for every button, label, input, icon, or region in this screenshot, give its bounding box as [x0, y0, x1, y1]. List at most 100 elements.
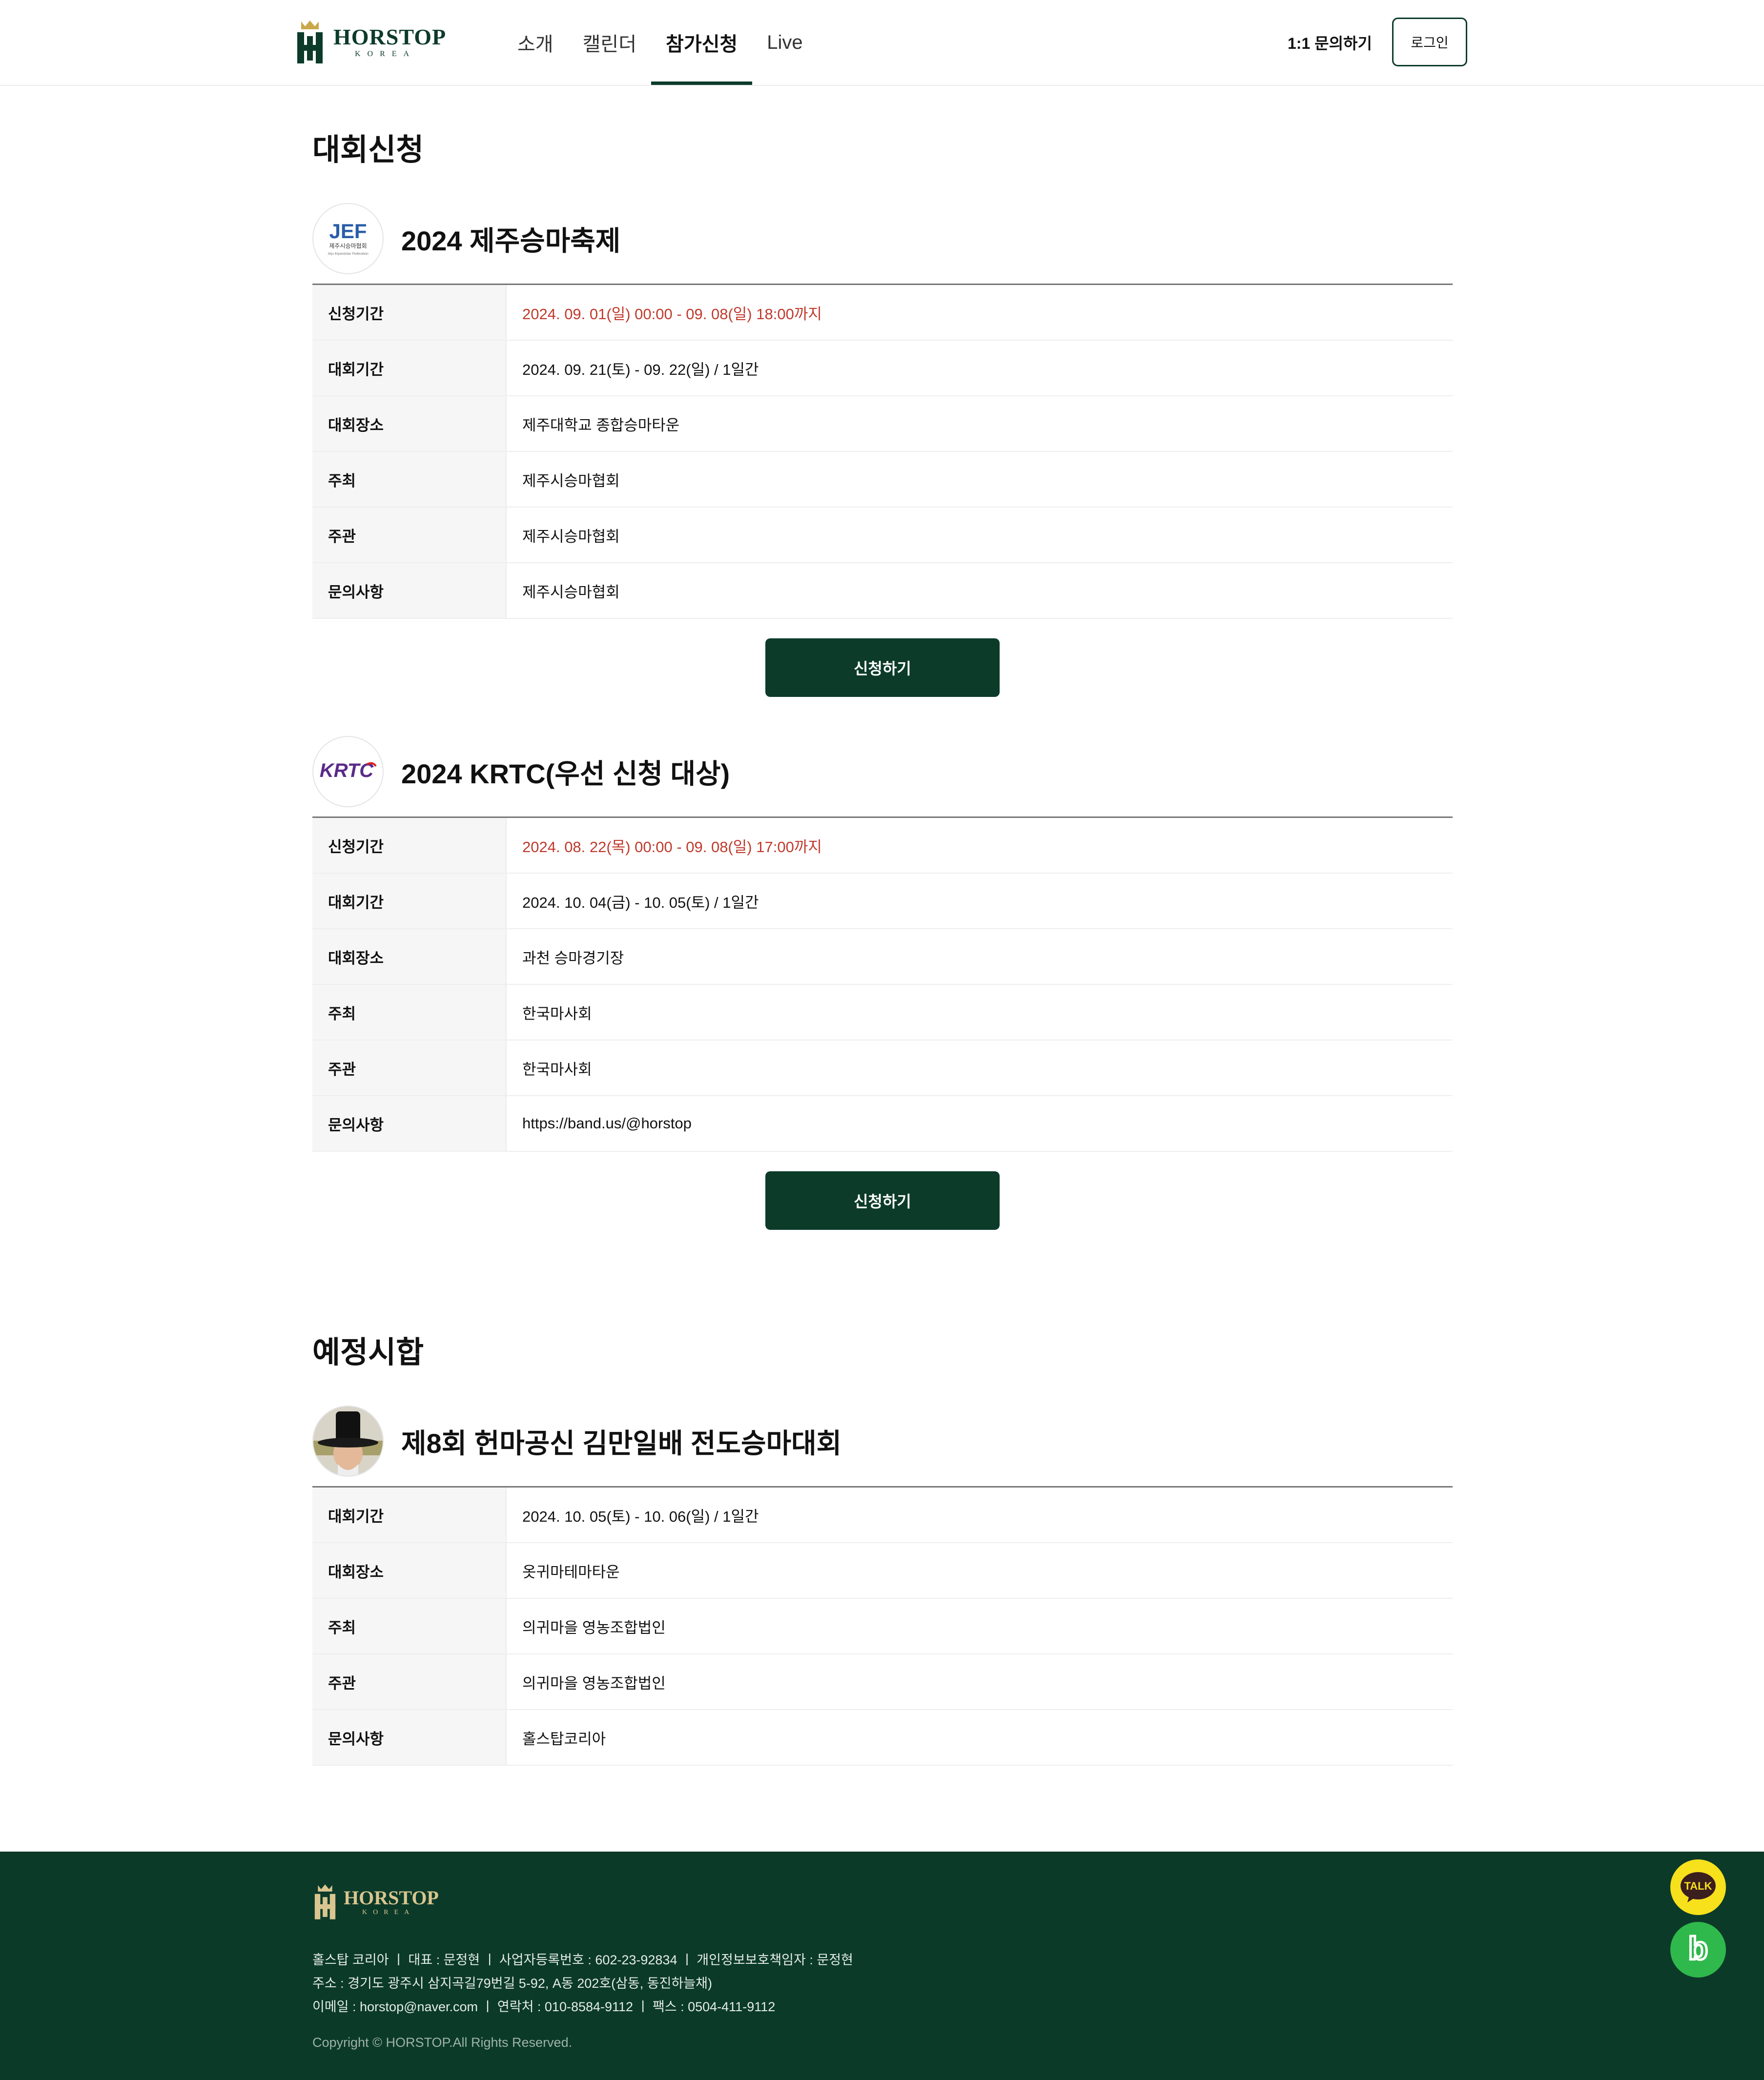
event-header: 제8회 헌마공신 김만일배 전도승마대회: [312, 1406, 1453, 1477]
row-label: 주관: [312, 1040, 507, 1095]
row-value: 제주시승마협회: [522, 472, 620, 489]
row-label: 주관: [312, 508, 507, 562]
event-logo-krtc: KRTC: [312, 736, 384, 807]
footer-copyright: Copyright © HORSTOP.All Rights Reserved.: [312, 2035, 573, 2050]
row-label: 주최: [312, 452, 507, 507]
nav-live[interactable]: Live: [752, 0, 817, 85]
crown-h-logo-icon: [297, 20, 323, 63]
kakao-talk-icon: TALK: [1681, 1872, 1716, 1902]
row-value: 홀스탑코리아: [522, 1730, 606, 1748]
footer-company-info: 홀스탑 코리아 ㅣ 대표 : 문정현 ㅣ 사업자등록번호 : 602-23-92…: [312, 1953, 853, 1967]
event-info-table: 신청기간 2024. 09. 01(일) 00:00 - 09. 08(일) 1…: [312, 284, 1453, 619]
row-value: 과천 승마경기장: [522, 949, 624, 967]
row-value: 제주시승마협회: [522, 583, 620, 601]
nav-calendar[interactable]: 캘린더: [568, 0, 651, 85]
event-header: KRTC 2024 KRTC(우선 신청 대상): [312, 736, 1453, 807]
row-value: https://band.us/@horstop: [522, 1115, 692, 1132]
row-label: 대회기간: [312, 874, 507, 928]
crown-h-logo-icon: [314, 1884, 336, 1919]
table-row: 주관 제주시승마협회: [312, 508, 1453, 563]
table-row: 신청기간 2024. 08. 22(목) 00:00 - 09. 08(일) 1…: [312, 818, 1453, 874]
jef-logo-icon: JEF 제주시승마협회 Jeju Equestrian Federation: [328, 220, 369, 256]
table-row: 주관 의귀마을 영농조합법인: [312, 1654, 1453, 1710]
band-button[interactable]: b: [1670, 1922, 1726, 1978]
table-row: 신청기간 2024. 09. 01(일) 00:00 - 09. 08(일) 1…: [312, 285, 1453, 341]
table-row: 대회장소 과천 승마경기장: [312, 929, 1453, 985]
footer-logo-sub: KOREA: [362, 1909, 415, 1916]
kakao-talk-label: TALK: [1684, 1880, 1712, 1892]
table-row: 문의사항 홀스탑코리아: [312, 1710, 1453, 1766]
event-title: 2024 제주승마축제: [401, 225, 621, 256]
table-row: 문의사항 https://band.us/@horstop: [312, 1096, 1453, 1152]
portrait-avatar-icon: [313, 1407, 383, 1476]
table-row: 대회기간 2024. 10. 04(금) - 10. 05(토) / 1일간: [312, 874, 1453, 929]
row-value: 2024. 10. 05(토) - 10. 06(일) / 1일간: [522, 1508, 759, 1525]
login-button[interactable]: 로그인: [1392, 18, 1467, 66]
row-label: 문의사항: [312, 1710, 507, 1765]
table-row: 대회기간 2024. 09. 21(토) - 09. 22(일) / 1일간: [312, 341, 1453, 396]
event-info-table: 신청기간 2024. 08. 22(목) 00:00 - 09. 08(일) 1…: [312, 816, 1453, 1152]
logo-sub: KOREA: [355, 50, 416, 58]
row-label: 문의사항: [312, 1096, 507, 1151]
row-value: 의귀마을 영농조합법인: [522, 1619, 666, 1636]
footer-logo: HORSTOP KOREA: [312, 1883, 439, 1921]
event-title: 2024 KRTC(우선 신청 대상): [401, 758, 730, 789]
jef-logo-sub: 제주시승마협회: [329, 243, 367, 249]
row-label: 대회장소: [312, 1543, 507, 1598]
table-row: 주최 의귀마을 영농조합법인: [312, 1599, 1453, 1654]
inquiry-link[interactable]: 1:1 문의하기: [1288, 31, 1372, 54]
nav-apply[interactable]: 참가신청: [651, 0, 753, 85]
site-footer: HORSTOP KOREA 홀스탑 코리아 ㅣ 대표 : 문정현 ㅣ 사업자등록…: [0, 1852, 1764, 2080]
kakao-talk-button[interactable]: TALK: [1670, 1859, 1726, 1915]
row-label: 대회장소: [312, 929, 507, 984]
section-title-apply: 대회신청: [312, 133, 424, 167]
row-value: 의귀마을 영농조합법인: [522, 1674, 666, 1692]
krtc-logo-text: KRTC: [320, 760, 374, 781]
row-value: 한국마사회: [522, 1005, 592, 1022]
row-value: 제주시승마협회: [522, 528, 620, 545]
table-row: 주최 제주시승마협회: [312, 452, 1453, 508]
row-label: 대회장소: [312, 396, 507, 451]
event-title: 제8회 헌마공신 김만일배 전도승마대회: [401, 1427, 842, 1459]
event-logo-jef: JEF 제주시승마협회 Jeju Equestrian Federation: [312, 203, 384, 274]
jef-logo-caption: Jeju Equestrian Federation: [328, 252, 369, 256]
footer-address: 주소 : 경기도 광주시 삼지곡길79번길 5-92, A동 202호(삼동, …: [312, 1976, 712, 1991]
row-value: 2024. 09. 01(일) 00:00 - 09. 08(일) 18:00까…: [522, 305, 822, 323]
row-value: 제주대학교 종합승마타운: [522, 416, 680, 434]
band-label: b: [1688, 1930, 1708, 1966]
table-row: 주관 한국마사회: [312, 1040, 1453, 1096]
table-row: 대회기간 2024. 10. 05(토) - 10. 06(일) / 1일간: [312, 1488, 1453, 1543]
site-header: HORSTOP KOREA 소개 캘린더 참가신청 Live 1:1 문의하기 …: [0, 0, 1764, 86]
apply-button[interactable]: 신청하기: [765, 638, 1000, 697]
row-label: 주최: [312, 985, 507, 1040]
table-row: 대회장소 제주대학교 종합승마타운: [312, 396, 1453, 452]
row-label: 주최: [312, 1599, 507, 1653]
row-value: 2024. 09. 21(토) - 09. 22(일) / 1일간: [522, 361, 759, 378]
row-value: 2024. 10. 04(금) - 10. 05(토) / 1일간: [522, 894, 759, 911]
row-label: 신청기간: [312, 818, 507, 873]
table-row: 문의사항 제주시승마협회: [312, 563, 1453, 619]
event-logo-portrait: [312, 1406, 384, 1477]
footer-contact: 이메일 : horstop@naver.com ㅣ 연락처 : 010-8584…: [312, 1999, 776, 2014]
apply-button[interactable]: 신청하기: [765, 1171, 1000, 1230]
section-title-upcoming: 예정시합: [312, 1336, 424, 1369]
logo-brand: HORSTOP: [333, 24, 447, 49]
row-value: 한국마사회: [522, 1060, 592, 1078]
footer-logo-brand: HORSTOP: [344, 1887, 439, 1909]
row-label: 대회기간: [312, 1488, 507, 1542]
row-value: 2024. 08. 22(목) 00:00 - 09. 08(일) 17:00까…: [522, 838, 822, 856]
nav-about[interactable]: 소개: [503, 0, 568, 85]
row-label: 대회기간: [312, 341, 507, 395]
site-logo[interactable]: HORSTOP KOREA: [294, 19, 446, 65]
main-nav: 소개 캘린더 참가신청 Live: [503, 0, 818, 85]
event-info-table: 대회기간 2024. 10. 05(토) - 10. 06(일) / 1일간 대…: [312, 1486, 1453, 1766]
row-label: 주관: [312, 1654, 507, 1709]
jef-logo-text: JEF: [329, 220, 367, 243]
row-value: 옷귀마테마타운: [522, 1563, 620, 1581]
table-row: 대회장소 옷귀마테마타운: [312, 1543, 1453, 1599]
row-label: 신청기간: [312, 285, 507, 340]
krtc-logo-icon: KRTC: [320, 760, 377, 781]
row-label: 문의사항: [312, 563, 507, 618]
band-icon: b: [1687, 1930, 1709, 1968]
event-header: JEF 제주시승마협회 Jeju Equestrian Federation 2…: [312, 203, 1453, 274]
